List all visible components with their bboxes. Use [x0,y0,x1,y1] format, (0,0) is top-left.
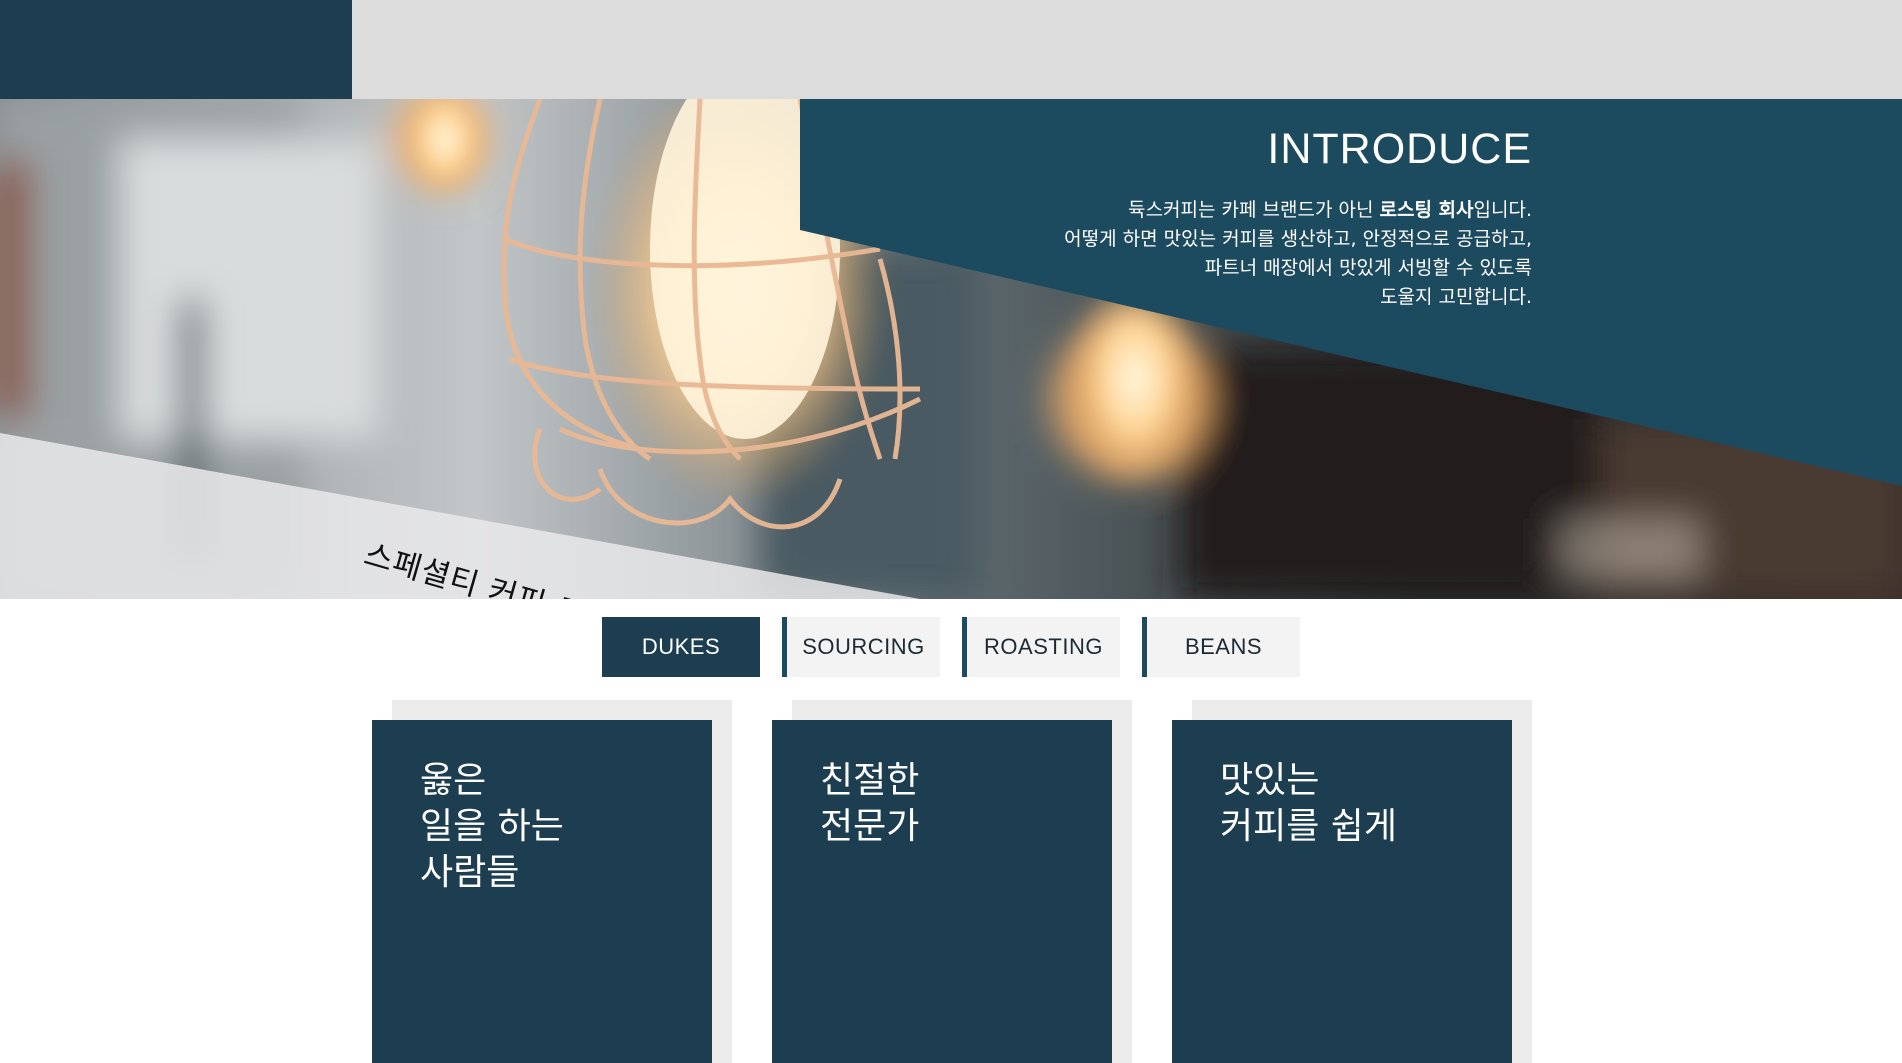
intro-title: INTRODUCE [1267,125,1532,173]
intro-description: 듁스커피는 카페 브랜드가 아닌 로스팅 회사입니다. 어떻게 하면 맛있는 커… [912,196,1532,312]
logo-block[interactable] [0,0,352,99]
card-1-line-3: 사람들 [420,852,520,893]
card-1-line-1: 옳은 [420,760,487,801]
card-panel: 옳은 일을 하는 사람들 [372,720,712,1063]
intro-line1-pre: 듁스커피는 카페 브랜드가 아닌 [1128,199,1380,221]
intro-line3: 파트너 매장에서 맛있게 서빙할 수 있도록 [1204,257,1532,279]
top-bar [0,0,1902,99]
card-3-line-1: 맛있는 [1220,760,1320,801]
intro-line1-post: 입니다. [1473,199,1532,221]
intro-line1-bold: 로스팅 회사 [1379,199,1474,221]
tab-roasting[interactable]: ROASTING [962,617,1120,677]
hero-section: INTRODUCE 듁스커피는 카페 브랜드가 아닌 로스팅 회사입니다. 어떻… [0,99,1902,599]
card-2[interactable]: 친절한 전문가 [772,700,1132,1063]
tab-sourcing[interactable]: SOURCING [782,617,940,677]
card-3-line-2: 커피를 쉽게 [1220,806,1398,847]
card-panel: 맛있는 커피를 쉽게 [1172,720,1512,1063]
hero-background-image [0,99,1902,599]
card-1-line-2: 일을 하는 [420,806,564,847]
tab-beans[interactable]: BEANS [1142,617,1300,677]
card-3[interactable]: 맛있는 커피를 쉽게 [1172,700,1532,1063]
card-2-line-1: 친절한 [820,760,920,801]
intro-line2: 어떻게 하면 맛있는 커피를 생산하고, 안정적으로 공급하고, [1064,228,1532,250]
card-2-line-2: 전문가 [820,806,920,847]
intro-line4: 도울지 고민합니다. [1380,286,1532,308]
card-panel: 친절한 전문가 [772,720,1112,1063]
tab-dukes[interactable]: DUKES [602,617,760,677]
card-1[interactable]: 옳은 일을 하는 사람들 [372,700,732,1063]
